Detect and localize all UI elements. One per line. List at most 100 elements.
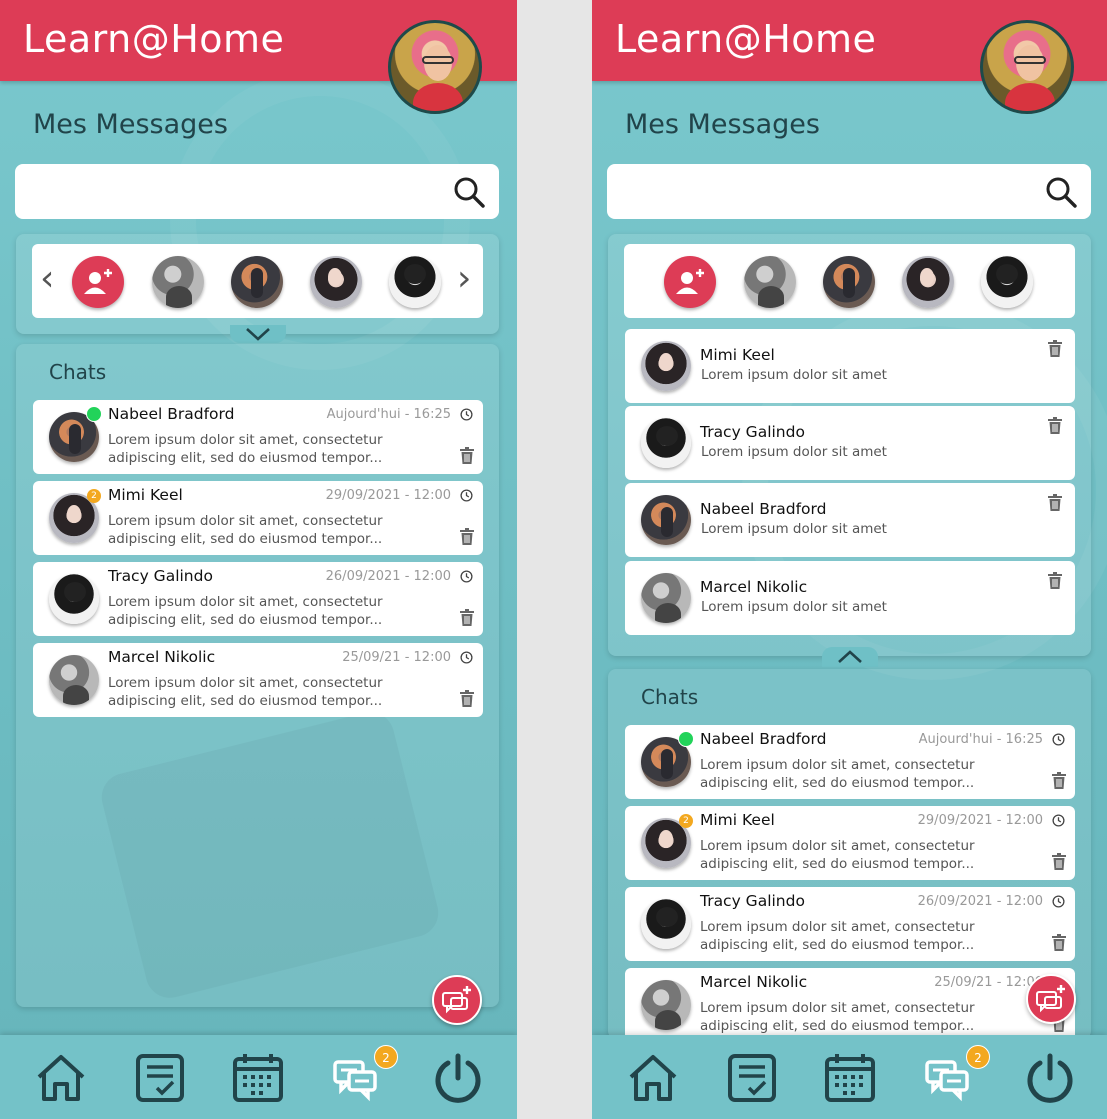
chat-preview: Lorem ipsum dolor sit amet, consectetur …: [700, 838, 975, 872]
chat-name: Tracy Galindo: [108, 567, 213, 585]
contact-preview: Lorem ipsum dolor sit amet: [701, 521, 887, 537]
calendar-icon[interactable]: [822, 1050, 878, 1106]
contact-list-item[interactable]: Nabeel Bradford Lorem ipsum dolor sit am…: [625, 483, 1075, 557]
chevron-left-icon[interactable]: ‹: [40, 261, 58, 298]
screen-messages-collapsed: Learn@Home Mes Messages ‹ › Chats Nabeel…: [0, 0, 517, 1119]
chat-preview: Lorem ipsum dolor sit amet, consectetur …: [700, 919, 975, 953]
chat-item[interactable]: 2 Mimi Keel 29/09/2021 - 12:00 Lorem ips…: [625, 806, 1075, 880]
contact-name: Nabeel Bradford: [700, 500, 827, 518]
bottom-navigation: 2: [592, 1035, 1107, 1119]
chat-avatar: [49, 574, 99, 624]
clock-icon: [460, 651, 473, 664]
chat-name: Marcel Nikolic: [108, 648, 216, 666]
clock-icon: [460, 570, 473, 583]
chat-name: Nabeel Bradford: [108, 405, 235, 423]
unread-count-badge: 2: [679, 814, 693, 828]
new-chat-icon: [442, 986, 471, 1014]
trash-icon[interactable]: [1051, 771, 1067, 790]
home-icon[interactable]: [33, 1050, 89, 1106]
chat-preview: Lorem ipsum dolor sit amet, consectetur …: [108, 513, 383, 547]
search-input[interactable]: [29, 176, 429, 206]
power-icon[interactable]: [430, 1050, 486, 1106]
app-logo: Learn@Home: [23, 17, 285, 61]
contact-list-item[interactable]: Tracy Galindo Lorem ipsum dolor sit amet: [625, 406, 1075, 480]
trash-icon[interactable]: [459, 689, 475, 708]
contacts-carousel: ‹ ›: [32, 244, 483, 318]
page-title: Mes Messages: [625, 109, 820, 140]
chat-time: Aujourd'hui - 16:25: [918, 732, 1043, 747]
chat-time: 25/09/21 - 12:00: [342, 650, 451, 665]
contact-avatar[interactable]: [310, 256, 362, 308]
trash-icon[interactable]: [1051, 852, 1067, 871]
contact-list-item[interactable]: Marcel Nikolic Lorem ipsum dolor sit ame…: [625, 561, 1075, 635]
search-bar: [15, 164, 499, 219]
contact-list-item[interactable]: Mimi Keel Lorem ipsum dolor sit amet: [625, 329, 1075, 403]
contact-avatar[interactable]: [902, 256, 954, 308]
contact-avatar[interactable]: [152, 256, 204, 308]
contact-avatar: [641, 573, 691, 623]
new-chat-button[interactable]: [432, 975, 482, 1025]
trash-icon[interactable]: [1047, 571, 1063, 590]
contact-avatar[interactable]: [231, 256, 283, 308]
chat-item[interactable]: Tracy Galindo 26/09/2021 - 12:00 Lorem i…: [33, 562, 483, 636]
chat-name: Mimi Keel: [108, 486, 183, 504]
chevron-right-icon[interactable]: ›: [457, 261, 475, 298]
chat-item[interactable]: 2 Mimi Keel 29/09/2021 - 12:00 Lorem ips…: [33, 481, 483, 555]
contact-avatar[interactable]: [744, 256, 796, 308]
chats-panel: Chats Nabeel Bradford Aujourd'hui - 16:2…: [608, 669, 1091, 1042]
trash-icon[interactable]: [459, 527, 475, 546]
trash-icon[interactable]: [1047, 339, 1063, 358]
tasks-icon[interactable]: [724, 1050, 780, 1106]
search-input[interactable]: [621, 176, 1021, 206]
contacts-carousel-panel: ‹ ›: [16, 234, 499, 343]
chat-preview: Lorem ipsum dolor sit amet, consectetur …: [108, 432, 383, 466]
chat-item[interactable]: Nabeel Bradford Aujourd'hui - 16:25 Lore…: [625, 725, 1075, 799]
trash-icon[interactable]: [1047, 416, 1063, 435]
chats-title: Chats: [49, 360, 107, 384]
contact-preview: Lorem ipsum dolor sit amet: [701, 444, 887, 460]
messages-badge: 2: [966, 1045, 990, 1069]
chat-time: 29/09/2021 - 12:00: [325, 488, 451, 503]
chat-item[interactable]: Nabeel Bradford Aujourd'hui - 16:25 Lore…: [33, 400, 483, 474]
chat-time: 26/09/2021 - 12:00: [917, 894, 1043, 909]
tasks-icon[interactable]: [132, 1050, 188, 1106]
power-icon[interactable]: [1022, 1050, 1078, 1106]
online-status-badge: [86, 406, 102, 422]
home-icon[interactable]: [625, 1050, 681, 1106]
user-avatar[interactable]: [388, 20, 482, 114]
chat-name: Nabeel Bradford: [700, 730, 827, 748]
chat-preview: Lorem ipsum dolor sit amet, consectetur …: [700, 757, 975, 791]
contact-avatar: [641, 418, 691, 468]
contact-avatar: [641, 341, 691, 391]
chat-time: 25/09/21 - 12:00: [934, 975, 1043, 990]
contact-avatar[interactable]: [981, 256, 1033, 308]
trash-icon[interactable]: [459, 608, 475, 627]
clock-icon: [1052, 895, 1065, 908]
new-chat-button[interactable]: [1026, 974, 1076, 1024]
trash-icon[interactable]: [1047, 493, 1063, 512]
expand-toggle[interactable]: [822, 647, 878, 667]
contact-avatar[interactable]: [389, 256, 441, 308]
contacts-carousel: [624, 244, 1075, 318]
contact-name: Mimi Keel: [700, 346, 775, 364]
chat-time: Aujourd'hui - 16:25: [326, 407, 451, 422]
search-bar: [607, 164, 1091, 219]
add-user-button[interactable]: [664, 256, 716, 308]
chat-item[interactable]: Marcel Nikolic 25/09/21 - 12:00 Lorem ip…: [625, 968, 1075, 1042]
contact-name: Marcel Nikolic: [700, 578, 808, 596]
user-avatar[interactable]: [980, 20, 1074, 114]
collapse-toggle[interactable]: [230, 325, 286, 343]
calendar-icon[interactable]: [230, 1050, 286, 1106]
contact-name: Tracy Galindo: [700, 423, 805, 441]
contact-avatar[interactable]: [823, 256, 875, 308]
chat-item[interactable]: Tracy Galindo 26/09/2021 - 12:00 Lorem i…: [625, 887, 1075, 961]
chat-item[interactable]: Marcel Nikolic 25/09/21 - 12:00 Lorem ip…: [33, 643, 483, 717]
trash-icon[interactable]: [1051, 933, 1067, 952]
chat-name: Marcel Nikolic: [700, 973, 808, 991]
search-icon[interactable]: [453, 176, 485, 208]
search-icon[interactable]: [1045, 176, 1077, 208]
add-user-button[interactable]: [72, 256, 124, 308]
add-user-icon: [84, 269, 112, 294]
chat-avatar: [49, 655, 99, 705]
trash-icon[interactable]: [459, 446, 475, 465]
